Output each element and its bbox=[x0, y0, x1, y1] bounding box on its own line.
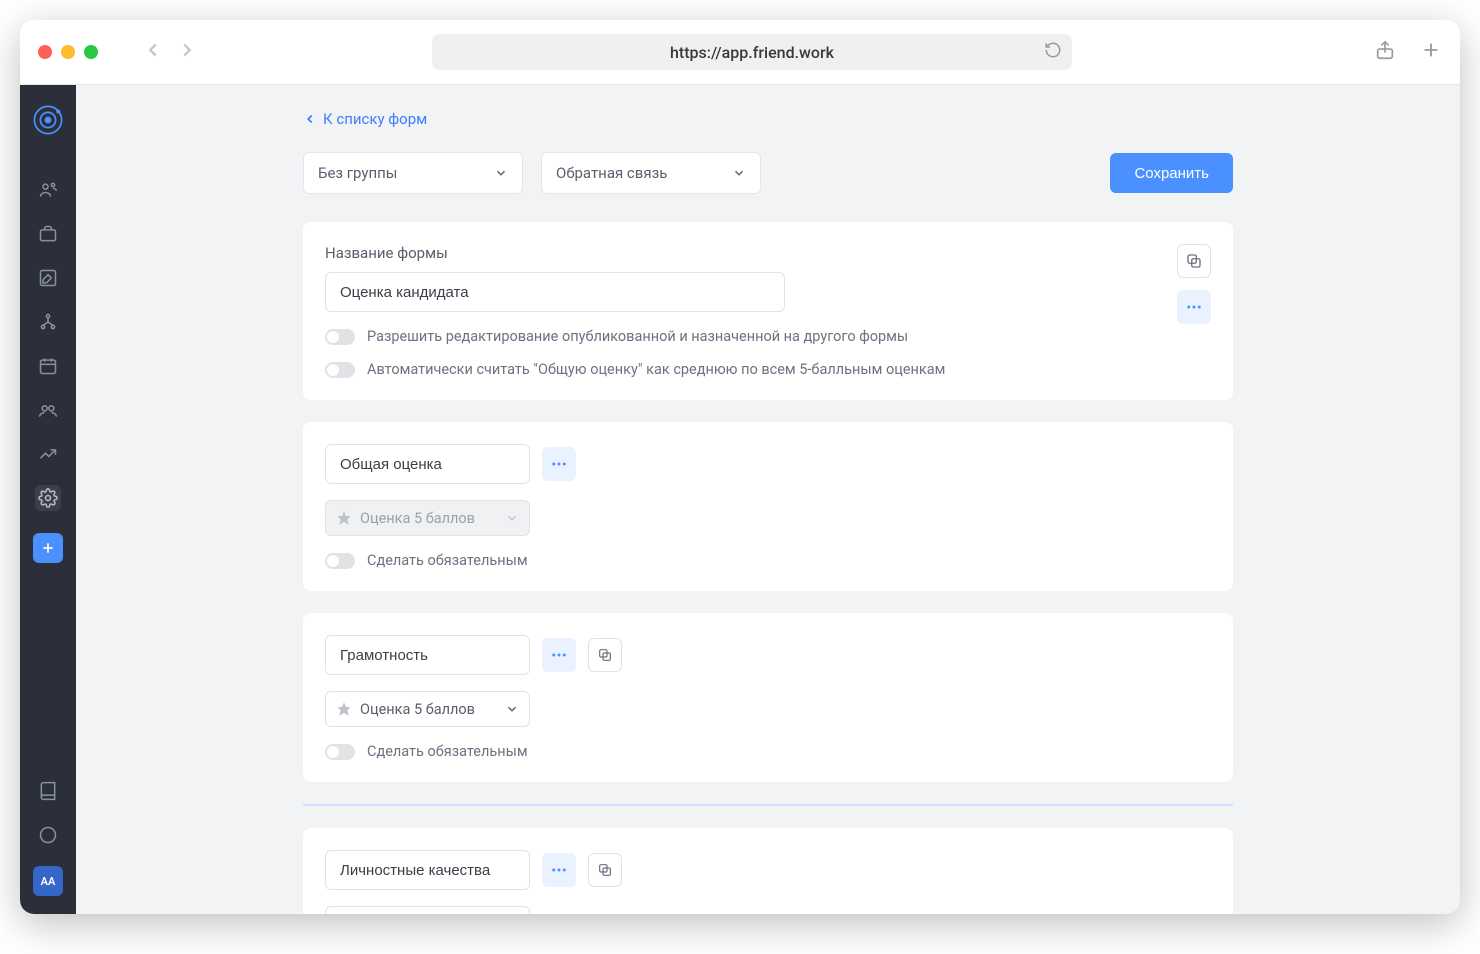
app-body: AA К списку форм Без группы Обратная свя… bbox=[20, 85, 1460, 914]
form-title-label: Название формы bbox=[325, 244, 1211, 262]
block-more-button[interactable] bbox=[542, 638, 576, 672]
group-select-value: Без группы bbox=[318, 164, 397, 182]
required-toggle[interactable] bbox=[325, 553, 355, 569]
block-more-button[interactable] bbox=[542, 447, 576, 481]
traffic-lights bbox=[38, 45, 98, 59]
block-name-input[interactable] bbox=[325, 444, 530, 484]
auto-calc-toggle[interactable] bbox=[325, 362, 355, 378]
save-button[interactable]: Сохранить bbox=[1110, 153, 1233, 193]
back-icon[interactable] bbox=[142, 39, 164, 65]
sidebar-item-analytics[interactable] bbox=[35, 441, 61, 467]
avatar[interactable]: AA bbox=[33, 866, 63, 896]
top-row: Без группы Обратная связь Сохранить bbox=[303, 152, 1233, 194]
copy-icon bbox=[597, 647, 613, 663]
main-content: К списку форм Без группы Обратная связь … bbox=[76, 85, 1460, 914]
sidebar-item-docs[interactable] bbox=[35, 778, 61, 804]
block-card: Оценка 5 баллов bbox=[303, 828, 1233, 914]
insert-divider[interactable] bbox=[303, 804, 1233, 806]
nav-arrows bbox=[142, 39, 198, 65]
more-icon bbox=[550, 455, 568, 473]
forward-icon[interactable] bbox=[176, 39, 198, 65]
sidebar-item-team[interactable] bbox=[35, 397, 61, 423]
allow-edit-toggle[interactable] bbox=[325, 329, 355, 345]
sidebar-item-vacancies[interactable] bbox=[35, 221, 61, 247]
copy-form-button[interactable] bbox=[1177, 244, 1211, 278]
block-card: Оценка 5 баллов Сделать обязательным bbox=[303, 613, 1233, 782]
sidebar: AA bbox=[20, 85, 76, 914]
block-card: Оценка 5 баллов Сделать обязательным bbox=[303, 422, 1233, 591]
more-icon bbox=[1185, 298, 1203, 316]
star-icon bbox=[336, 701, 352, 717]
share-icon[interactable] bbox=[1374, 39, 1396, 65]
required-label: Сделать обязательным bbox=[367, 552, 528, 569]
copy-block-button[interactable] bbox=[588, 853, 622, 887]
allow-edit-label: Разрешить редактирование опубликованной … bbox=[367, 328, 908, 345]
back-link[interactable]: К списку форм bbox=[303, 110, 1233, 128]
sidebar-item-chat[interactable] bbox=[35, 822, 61, 848]
minimize-window-button[interactable] bbox=[61, 45, 75, 59]
block-name-input[interactable] bbox=[325, 850, 530, 890]
sidebar-item-structure[interactable] bbox=[35, 309, 61, 335]
required-label: Сделать обязательным bbox=[367, 743, 528, 760]
rating-type-select: Оценка 5 баллов bbox=[325, 500, 530, 536]
chevron-down-icon bbox=[505, 511, 519, 525]
sidebar-item-candidates[interactable] bbox=[35, 177, 61, 203]
browser-window: https://app.friend.work bbox=[20, 20, 1460, 914]
close-window-button[interactable] bbox=[38, 45, 52, 59]
chevron-down-icon bbox=[732, 166, 746, 180]
star-icon bbox=[336, 510, 352, 526]
rating-type-select[interactable]: Оценка 5 баллов bbox=[325, 906, 530, 914]
sidebar-item-calendar[interactable] bbox=[35, 353, 61, 379]
block-more-button[interactable] bbox=[542, 853, 576, 887]
form-type-value: Обратная связь bbox=[556, 164, 667, 182]
sidebar-items bbox=[35, 177, 61, 511]
form-title-input[interactable] bbox=[325, 272, 785, 312]
form-type-select[interactable]: Обратная связь bbox=[541, 152, 761, 194]
copy-icon bbox=[597, 862, 613, 878]
logo-icon[interactable] bbox=[31, 103, 65, 137]
sidebar-item-settings[interactable] bbox=[35, 485, 61, 511]
auto-calc-label: Автоматически считать "Общую оценку" как… bbox=[367, 361, 945, 378]
url-bar[interactable]: https://app.friend.work bbox=[432, 34, 1072, 70]
rating-type-select[interactable]: Оценка 5 баллов bbox=[325, 691, 530, 727]
copy-icon bbox=[1185, 252, 1203, 270]
required-toggle[interactable] bbox=[325, 744, 355, 760]
form-header-card: Название формы Разрешить редактирование … bbox=[303, 222, 1233, 400]
form-more-button[interactable] bbox=[1177, 290, 1211, 324]
sidebar-add-button[interactable] bbox=[33, 533, 63, 563]
back-link-label: К списку форм bbox=[323, 110, 427, 128]
title-bar-right bbox=[1374, 39, 1442, 65]
copy-block-button[interactable] bbox=[588, 638, 622, 672]
reload-icon[interactable] bbox=[1044, 41, 1062, 63]
chevron-down-icon bbox=[505, 702, 519, 716]
url-text: https://app.friend.work bbox=[670, 43, 834, 62]
more-icon bbox=[550, 646, 568, 664]
chevron-down-icon bbox=[494, 166, 508, 180]
sidebar-item-edit[interactable] bbox=[35, 265, 61, 291]
rating-type-value: Оценка 5 баллов bbox=[360, 701, 475, 718]
title-bar: https://app.friend.work bbox=[20, 20, 1460, 85]
sidebar-bottom: AA bbox=[33, 778, 63, 914]
block-name-input[interactable] bbox=[325, 635, 530, 675]
maximize-window-button[interactable] bbox=[84, 45, 98, 59]
rating-type-value: Оценка 5 баллов bbox=[360, 510, 475, 527]
more-icon bbox=[550, 861, 568, 879]
group-select[interactable]: Без группы bbox=[303, 152, 523, 194]
new-tab-icon[interactable] bbox=[1420, 39, 1442, 65]
